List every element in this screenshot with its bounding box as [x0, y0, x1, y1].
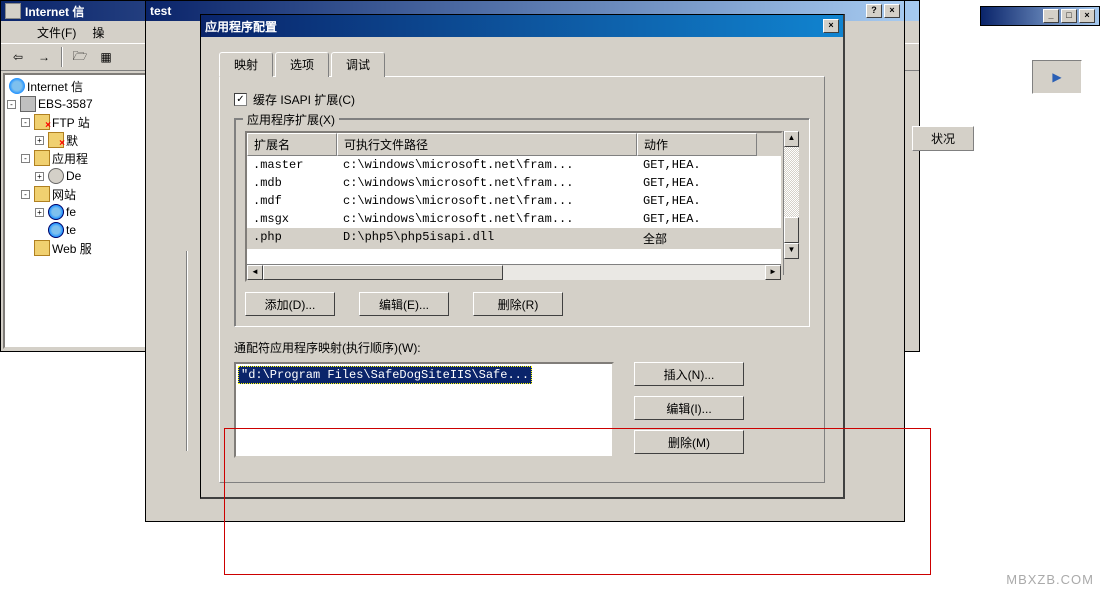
config-titlebar[interactable]: 应用程序配置 ×	[201, 15, 843, 37]
col-extension[interactable]: 扩展名	[247, 133, 337, 156]
expander-icon[interactable]: -	[21, 190, 30, 199]
play-icon: ▶	[1052, 70, 1061, 84]
iis-app-icon	[5, 3, 21, 19]
server-icon	[20, 96, 36, 112]
wc-edit-button[interactable]: 编辑(I)...	[634, 396, 744, 420]
extensions-legend: 应用程序扩展(X)	[243, 111, 339, 128]
close-icon[interactable]: ×	[884, 4, 900, 18]
scroll-left-icon[interactable]: ◄	[247, 265, 263, 280]
right-toolbar-stub[interactable]: ▶	[1032, 60, 1082, 94]
folder-icon	[34, 186, 50, 202]
toolbar-refresh-icon[interactable]: ▦	[95, 46, 117, 68]
tab-debug[interactable]: 调试	[331, 52, 385, 77]
wildcard-legend: 通配符应用程序映射(执行顺序)(W):	[234, 337, 810, 362]
extensions-groupbox: 应用程序扩展(X) 扩展名 可执行文件路径 动作 .masterc:\windo…	[234, 118, 810, 327]
menu-file[interactable]: 文件(F)	[31, 22, 82, 43]
edit-button[interactable]: 编辑(E)...	[359, 292, 449, 316]
add-button[interactable]: 添加(D)...	[245, 292, 335, 316]
expander-icon[interactable]: +	[35, 172, 44, 181]
col-path[interactable]: 可执行文件路径	[337, 133, 637, 156]
extensions-listview[interactable]: 扩展名 可执行文件路径 动作 .masterc:\windows\microso…	[245, 131, 783, 282]
wc-remove-button[interactable]: 删除(M)	[634, 430, 744, 454]
menu-more[interactable]: 操	[86, 22, 110, 43]
folder-icon	[34, 150, 50, 166]
close-icon[interactable]: ×	[823, 19, 839, 33]
site-icon	[48, 222, 64, 238]
insert-button[interactable]: 插入(N)...	[634, 362, 744, 386]
close-icon[interactable]: ×	[1079, 9, 1095, 23]
listview-row[interactable]: .msgxc:\windows\microsoft.net\fram...GET…	[247, 210, 781, 228]
site-icon	[48, 204, 64, 220]
ftp-icon: ×	[34, 114, 50, 130]
expander-icon[interactable]: +	[35, 208, 44, 217]
listview-row[interactable]: .mdfc:\windows\microsoft.net\fram...GET,…	[247, 192, 781, 210]
toolbar-forward-icon[interactable]: →	[33, 46, 55, 68]
scroll-right-icon[interactable]: ►	[765, 265, 781, 280]
folder-icon	[34, 240, 50, 256]
tab-panel-mapping: ✓ 缓存 ISAPI 扩展(C) 应用程序扩展(X) 扩展名 可执行文件路径 动…	[219, 76, 825, 483]
checkbox-icon[interactable]: ✓	[234, 93, 247, 106]
globe-icon	[9, 78, 25, 94]
scrollbar-track[interactable]	[784, 147, 799, 243]
scrollbar-thumb[interactable]	[784, 217, 799, 243]
scrollbar-thumb[interactable]	[263, 265, 503, 280]
iis-menu-icon	[9, 23, 27, 41]
config-title-text: 应用程序配置	[205, 18, 277, 35]
gear-icon	[48, 168, 64, 184]
toolbar-back-icon[interactable]: ⇦	[7, 46, 29, 68]
listview-row[interactable]: .mdbc:\windows\microsoft.net\fram...GET,…	[247, 174, 781, 192]
iis-title-text: Internet 信	[25, 3, 84, 20]
tab-mapping[interactable]: 映射	[219, 52, 273, 77]
col-action[interactable]: 动作	[637, 133, 757, 156]
toolbar-up-icon[interactable]: 🗁	[69, 46, 91, 68]
extension-buttons: 添加(D)... 编辑(E)... 删除(R)	[245, 292, 799, 316]
watermark-text: MBXZB.COM	[1006, 572, 1094, 587]
horizontal-scrollbar[interactable]: ◄ ►	[247, 264, 781, 280]
wildcard-selected-item[interactable]: "d:\Program Files\SafeDogSiteIIS\Safe...	[238, 366, 532, 384]
maximize-icon[interactable]: □	[1061, 9, 1077, 23]
listview-body[interactable]: .masterc:\windows\microsoft.net\fram...G…	[247, 156, 781, 264]
scroll-down-icon[interactable]: ▼	[784, 243, 799, 259]
stopped-icon: ×	[48, 132, 64, 148]
minimize-icon[interactable]: _	[1043, 9, 1059, 23]
cache-isapi-checkbox[interactable]: ✓ 缓存 ISAPI 扩展(C)	[234, 91, 810, 108]
scroll-up-icon[interactable]: ▲	[784, 131, 799, 147]
listview-row[interactable]: .masterc:\windows\microsoft.net\fram...G…	[247, 156, 781, 174]
help-icon[interactable]: ?	[866, 4, 882, 18]
right-pane-header: 状况	[912, 126, 974, 151]
expander-icon[interactable]: +	[35, 136, 44, 145]
test-title-text: test	[150, 4, 171, 18]
remove-button[interactable]: 删除(R)	[473, 292, 563, 316]
app-config-dialog: 应用程序配置 × 映射 选项 调试 ✓ 缓存 ISAPI 扩展(C) 应用程序扩…	[200, 14, 845, 499]
toolbar-separator	[61, 47, 63, 67]
scrollbar-track[interactable]	[503, 265, 765, 280]
expander-icon[interactable]: -	[21, 118, 30, 127]
listview-row-selected[interactable]: .phpD:\php5\php5isapi.dll全部	[247, 228, 781, 249]
config-tabs: 映射 选项 调试	[219, 52, 825, 77]
background-window-controls: _ □ ×	[980, 6, 1100, 26]
groupbox-edge	[186, 251, 188, 451]
vertical-scrollbar[interactable]: ▲ ▼	[783, 131, 799, 275]
wildcard-listbox[interactable]: "d:\Program Files\SafeDogSiteIIS\Safe...	[234, 362, 614, 458]
expander-icon[interactable]: -	[21, 154, 30, 163]
listview-header: 扩展名 可执行文件路径 动作	[247, 133, 781, 156]
wildcard-groupbox: 通配符应用程序映射(执行顺序)(W): "d:\Program Files\Sa…	[234, 337, 810, 458]
expander-icon[interactable]: -	[7, 100, 16, 109]
cache-isapi-label: 缓存 ISAPI 扩展(C)	[253, 91, 355, 108]
tab-options[interactable]: 选项	[275, 52, 329, 77]
